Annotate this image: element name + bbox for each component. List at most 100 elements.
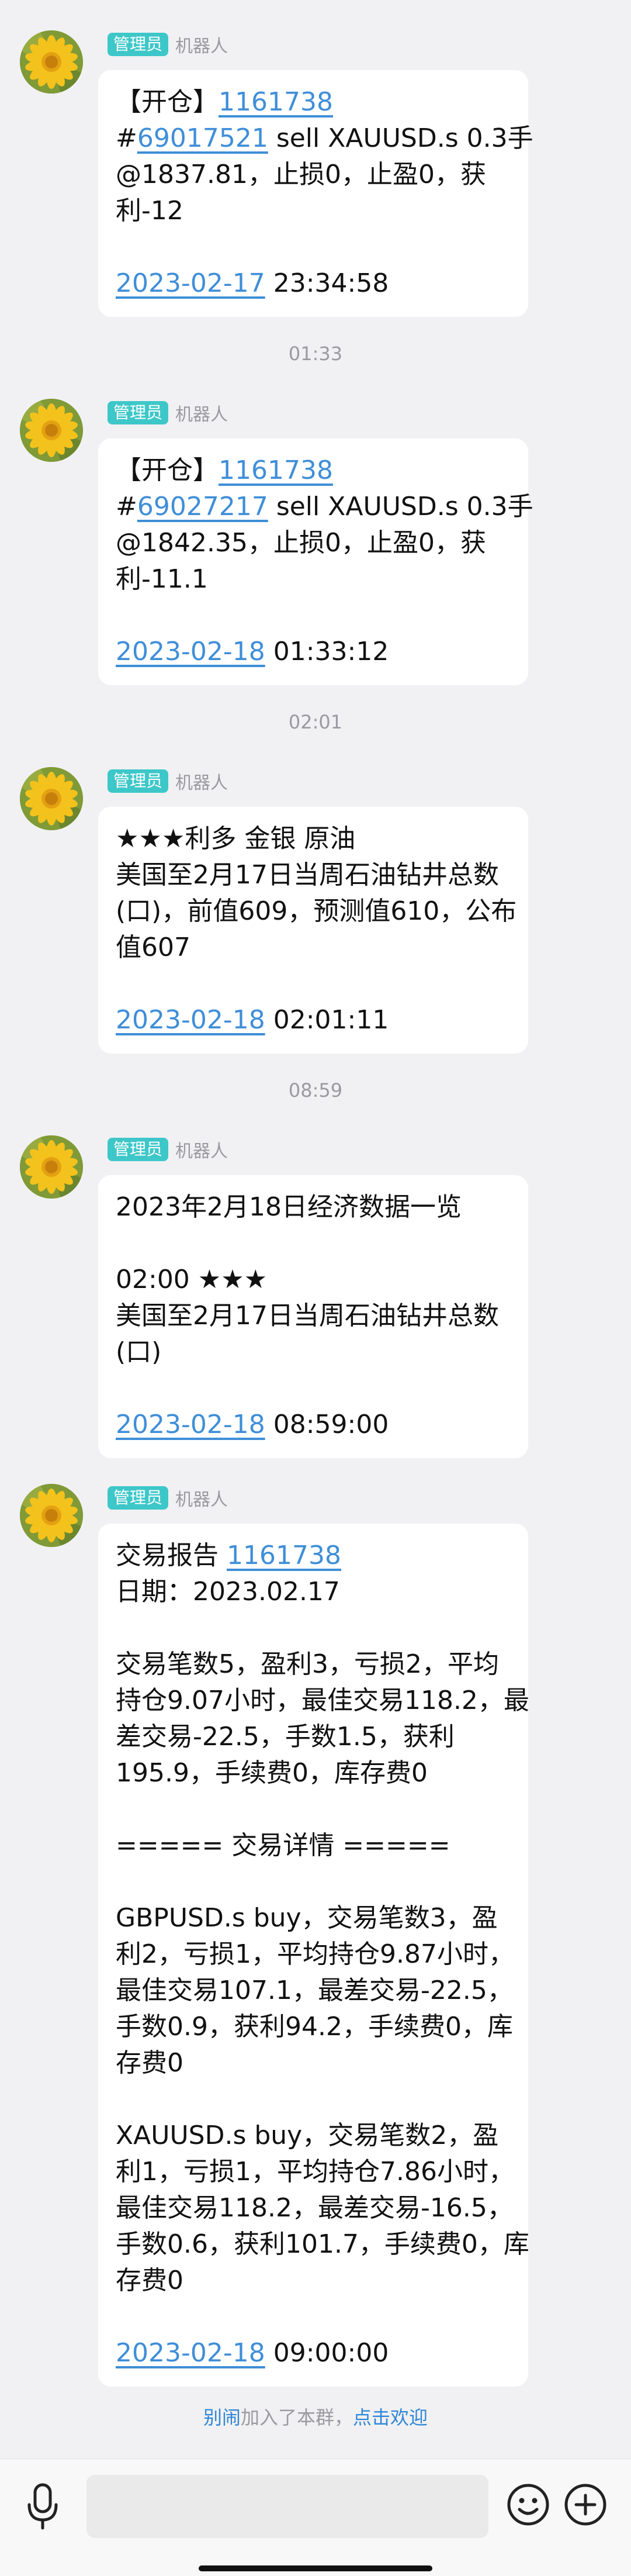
message-line: 2023-02-18 09:00:00	[116, 2335, 512, 2371]
sender-name: 机器人	[175, 1490, 228, 1510]
home-indicator	[199, 2565, 432, 2571]
message-text: 存费0	[116, 2266, 183, 2295]
joined-user-name[interactable]: 别闹	[203, 2406, 241, 2429]
message-line: 交易报告 1161738	[116, 1538, 512, 1574]
message-line: 美国至2月17日当周石油钻井总数	[116, 857, 512, 893]
message-line: #69027217 sell XAUUSD.s 0.3手	[116, 489, 533, 525]
message-link[interactable]: 2023-02-18	[116, 637, 265, 667]
message-link[interactable]: 1161738	[227, 1541, 341, 1570]
message-line: 手数0.9，获利94.2，手续费0，库	[116, 2009, 513, 2045]
message-line: ===== 交易详情 =====	[116, 1828, 512, 1864]
avatar[interactable]	[20, 767, 83, 830]
message-line: (口)，前值609，预测值610，公布	[116, 893, 516, 930]
avatar[interactable]	[20, 30, 83, 94]
message-text: sell XAUUSD.s 0.3手	[268, 492, 533, 522]
message-link[interactable]: 2023-02-18	[116, 1005, 265, 1035]
message-line: 美国至2月17日当周石油钻井总数	[116, 1298, 512, 1334]
time-separator: 01:33	[288, 343, 343, 365]
message-text: 最佳交易107.1，最差交易-22.5，	[116, 1976, 513, 2005]
message-text: 23:34:58	[265, 268, 389, 298]
avatar[interactable]	[20, 1135, 83, 1199]
avatar[interactable]	[20, 1484, 83, 1547]
avatar[interactable]	[20, 399, 83, 462]
message-line: 存费0	[116, 2045, 512, 2081]
sender-meta: 管理员 机器人	[108, 33, 228, 57]
message-text: 手数0.9，获利94.2，手续费0，库	[116, 2012, 513, 2042]
message-line: 日期：2023.02.17	[116, 1574, 512, 1610]
message-line: 值607	[116, 930, 512, 966]
message-input[interactable]	[86, 2475, 488, 2538]
message-text: #	[116, 123, 137, 153]
message-text: @1842.35，止损0，止盈0，获	[116, 528, 486, 558]
message-text: 美国至2月17日当周石油钻井总数	[116, 860, 499, 890]
message-text: 最佳交易118.2，最差交易-16.5，	[116, 2193, 513, 2223]
welcome-link[interactable]: 点击欢迎	[353, 2406, 428, 2429]
sender-meta: 管理员 机器人	[108, 1138, 228, 1162]
message-text: 利-12	[116, 196, 183, 226]
microphone-icon[interactable]	[22, 2477, 63, 2535]
message-text: 【开仓】	[116, 87, 219, 117]
message-text: 2023年2月18日经济数据一览	[116, 1192, 462, 1222]
message-link[interactable]: 2023-02-18	[116, 1410, 265, 1439]
message-line: 2023-02-17 23:34:58	[116, 265, 512, 302]
message-line: 手数0.6，获利101.7，手续费0，库	[116, 2226, 529, 2263]
message-bubble[interactable]: 2023年2月18日经济数据一览 02:00 ★★★ 美国至2月17日当周石油钻井总…	[98, 1175, 528, 1458]
plus-icon[interactable]	[563, 2482, 608, 2527]
message-line: #69017521 sell XAUUSD.s 0.3手	[116, 120, 533, 157]
message-text: ★★★利多 金银 原油	[116, 824, 356, 854]
message-link[interactable]: 1161738	[219, 87, 333, 117]
message-text: 利-11.1	[116, 564, 208, 594]
message-link[interactable]: 2023-02-18	[116, 2338, 265, 2368]
message-line: @1837.81，止损0，止盈0，获	[116, 157, 512, 193]
message-text: 交易笔数5，盈利3，亏损2，平均	[116, 1649, 499, 1679]
message-line: 最佳交易107.1，最差交易-22.5，	[116, 1973, 513, 2009]
message-text: 195.9，手续费0，库存费0	[116, 1758, 428, 1788]
sunflower-avatar-image	[20, 399, 83, 462]
admin-badge: 管理员	[108, 1486, 169, 1510]
message-link[interactable]: 1161738	[219, 455, 333, 485]
message-line: 利-12	[116, 193, 512, 229]
message-text: 09:00:00	[265, 2338, 389, 2368]
sunflower-avatar-image	[20, 1135, 83, 1199]
message-text: 日期：2023.02.17	[116, 1577, 340, 1607]
message-line: 利1，亏损1，平均持仓7.86小时，	[116, 2154, 514, 2190]
message-bubble[interactable]: 交易报告 1161738 日期：2023.02.17 交易笔数5，盈利3，亏损2，平…	[98, 1524, 529, 2387]
sunflower-avatar-image	[20, 30, 83, 94]
message-link[interactable]: 69017521	[137, 123, 268, 153]
message-line: 利2，亏损1，平均持仓9.87小时，	[116, 1936, 514, 1973]
message-line: 差交易-22.5，手数1.5，获利	[116, 1719, 512, 1755]
message-line: 02:00 ★★★	[116, 1262, 512, 1298]
emoji-icon[interactable]	[506, 2482, 550, 2527]
message-text: (口)，前值609，预测值610，公布	[116, 896, 517, 926]
sender-name: 机器人	[175, 405, 228, 425]
message-link[interactable]: 69027217	[137, 492, 268, 522]
composer-bar	[0, 2458, 631, 2576]
message-text: GBPUSD.s buy，交易笔数3，盈	[116, 1903, 498, 1933]
message-text: ===== 交易详情 =====	[116, 1831, 450, 1860]
message-bubble[interactable]: ★★★利多 金银 原油美国至2月17日当周石油钻井总数 (口)，前值609，预测值…	[98, 807, 528, 1054]
message-bubble[interactable]: 【开仓】1161738 #69027217 sell XAUUSD.s 0.3手 @…	[98, 438, 533, 685]
message-text: #	[116, 492, 137, 522]
message-text: 08:59:00	[265, 1410, 389, 1439]
message-line: (口)	[116, 1334, 512, 1370]
admin-badge: 管理员	[108, 1138, 169, 1161]
message-line: 195.9，手续费0，库存费0	[116, 1755, 512, 1791]
message-text: 持仓9.07小时，最佳交易118.2，最	[116, 1686, 529, 1715]
message-line: 2023-02-18 01:33:12	[116, 634, 512, 670]
sender-meta: 管理员 机器人	[108, 401, 228, 425]
message-line: 存费0	[116, 2263, 512, 2299]
message-text: (口)	[116, 1337, 162, 1367]
message-link[interactable]: 2023-02-17	[116, 268, 265, 298]
message-text: 01:33:12	[265, 637, 389, 667]
message-bubble[interactable]: 【开仓】1161738 #69017521 sell XAUUSD.s 0.3手 @…	[98, 70, 533, 317]
message-line: 交易笔数5，盈利3，亏损2，平均	[116, 1646, 512, 1683]
message-text: 利2，亏损1，平均持仓9.87小时，	[116, 1939, 514, 1969]
message-text: 美国至2月17日当周石油钻井总数	[116, 1301, 499, 1331]
message-line: 利-11.1	[116, 561, 512, 598]
